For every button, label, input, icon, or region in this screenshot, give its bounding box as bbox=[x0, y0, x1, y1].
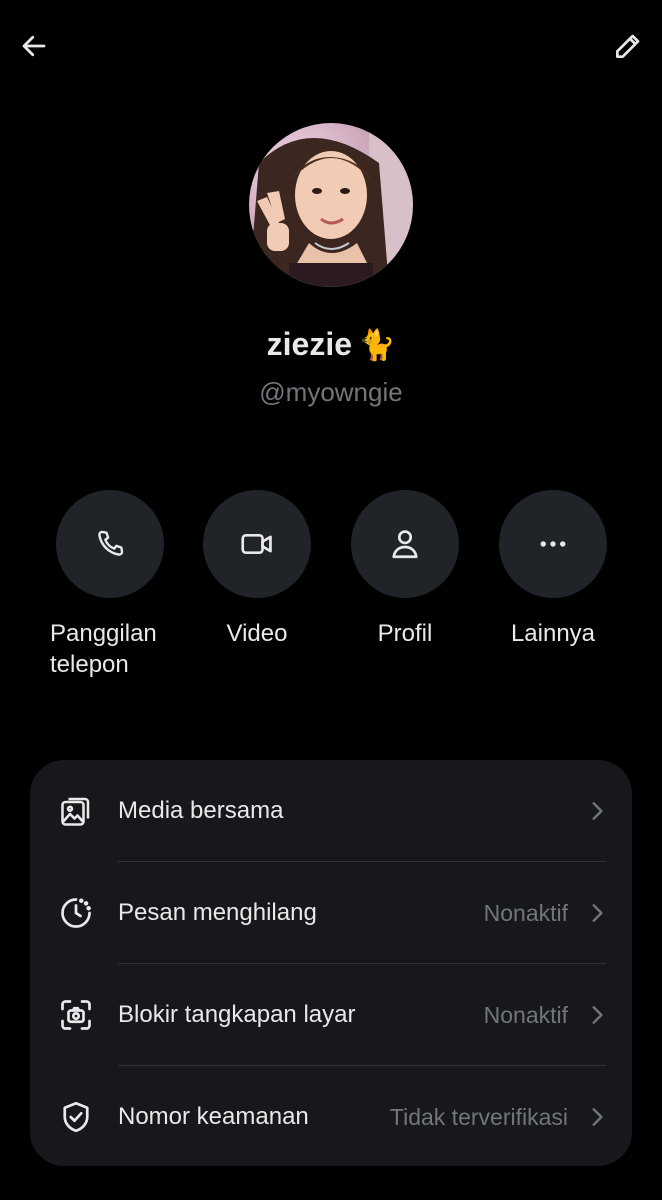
chevron-right-icon bbox=[586, 902, 608, 924]
phone-icon bbox=[98, 530, 124, 556]
person-icon bbox=[392, 530, 418, 559]
block-screenshot-label: Blokir tangkapan layar bbox=[118, 1001, 356, 1028]
profile-label: Profil bbox=[377, 620, 433, 647]
safety-number-value: Tidak terverifikasi bbox=[389, 1103, 568, 1130]
display-name: ziezie 🐈 bbox=[0, 326, 662, 363]
call-label: Panggilan telepon bbox=[50, 618, 164, 680]
block-screenshot-row[interactable]: Blokir tangkapan layar Nonaktif bbox=[30, 964, 632, 1066]
chevron-right-icon bbox=[586, 800, 608, 822]
chevron-right-icon bbox=[586, 1004, 608, 1026]
media-gallery-icon bbox=[56, 791, 96, 831]
call-label-line2: telepon bbox=[50, 651, 129, 678]
more-horizontal-icon bbox=[540, 541, 566, 547]
disappearing-messages-row[interactable]: Pesan menghilang Nonaktif bbox=[30, 862, 632, 964]
disappearing-messages-value: Nonaktif bbox=[483, 899, 568, 926]
disappearing-messages-label: Pesan menghilang bbox=[118, 899, 317, 926]
video-button[interactable] bbox=[203, 490, 311, 598]
block-screenshot-value: Nonaktif bbox=[483, 1001, 568, 1028]
more-label: Lainnya bbox=[510, 620, 596, 647]
call-label-line1: Panggilan bbox=[50, 620, 157, 647]
username-handle: @myowngie bbox=[259, 377, 403, 407]
profile-action[interactable]: Profil bbox=[351, 490, 459, 649]
chevron-right-icon bbox=[586, 1106, 608, 1128]
edit-button[interactable] bbox=[608, 26, 648, 66]
video-camera-icon bbox=[241, 533, 272, 555]
more-action[interactable]: Lainnya bbox=[499, 490, 607, 649]
call-action[interactable]: Panggilan telepon bbox=[50, 490, 164, 680]
profile-button[interactable] bbox=[351, 490, 459, 598]
arrow-left-icon bbox=[22, 35, 46, 57]
call-button[interactable] bbox=[56, 490, 164, 598]
display-name-text: ziezie bbox=[266, 326, 352, 362]
screenshot-camera-icon bbox=[56, 995, 96, 1035]
pencil-icon bbox=[616, 34, 640, 58]
video-label: Video bbox=[226, 620, 288, 647]
video-action[interactable]: Video bbox=[203, 490, 311, 649]
safety-number-label: Nomor keamanan bbox=[118, 1103, 309, 1130]
safety-number-row[interactable]: Nomor keamanan Tidak terverifikasi bbox=[30, 1066, 632, 1168]
timer-icon bbox=[56, 893, 96, 933]
conversation-settings-card: Media bersama Pesan menghilang Nonaktif bbox=[30, 760, 632, 1166]
avatar[interactable] bbox=[249, 123, 413, 287]
avatar-photo bbox=[249, 123, 413, 287]
dm-conversation-info-screen: ziezie 🐈 @myowngie Panggilan telepon Vide… bbox=[0, 0, 662, 1200]
shared-media-label: Media bersama bbox=[118, 797, 284, 824]
more-button[interactable] bbox=[499, 490, 607, 598]
shield-check-icon bbox=[56, 1097, 96, 1137]
cat-emoji: 🐈 bbox=[358, 329, 396, 362]
shared-media-row[interactable]: Media bersama bbox=[30, 760, 632, 862]
back-button[interactable] bbox=[14, 26, 54, 66]
